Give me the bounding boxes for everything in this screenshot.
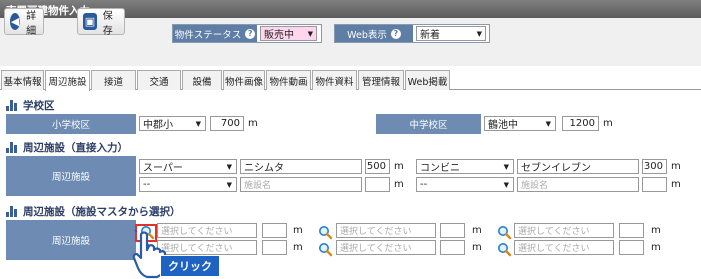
facility-type-select[interactable]: -- ▼ [139, 177, 237, 192]
chevron-down-icon: ▼ [226, 181, 232, 189]
facility-distance-input[interactable] [365, 177, 390, 192]
facilities-direct-label: 周辺施設 [51, 172, 90, 183]
facilities-direct-heading: 周辺施設（直接入力） [6, 140, 128, 155]
unit-label: m [603, 118, 613, 129]
web-label: Web表示 [347, 29, 387, 41]
facility-master-select[interactable]: 選択してください [514, 223, 614, 238]
unit-label: m [472, 242, 482, 253]
chevron-down-icon: ▼ [195, 120, 201, 128]
junior-distance-input[interactable]: 1200 [562, 116, 599, 131]
tab-property-videos[interactable]: 物件動画 [266, 70, 311, 90]
facility-master-select[interactable]: 選択してください [514, 240, 614, 255]
status-value: 販売中 [264, 30, 294, 41]
detail-label: 詳細 [26, 10, 37, 37]
unit-label: m [472, 225, 482, 236]
tab-web-listing[interactable]: Web掲載 [405, 70, 450, 90]
facility-distance-input[interactable] [440, 223, 465, 238]
facility-type-value: コンビニ [420, 163, 460, 174]
status-field: 物件ステータス ? 販売中 ▼ [172, 24, 322, 43]
facilities-direct-title: 周辺施設（直接入力） [23, 142, 128, 154]
chevron-down-icon: ▼ [307, 30, 313, 38]
facility-distance-input[interactable] [619, 240, 644, 255]
unit-label: m [671, 179, 681, 190]
unit-label: m [248, 118, 258, 129]
junior-select[interactable]: 鶴池中 ▼ [484, 116, 556, 131]
tab-bar: 基本情報 周辺施設 接道 交通 設備 物件画像 物件動画 物件資料 管理情報 W… [0, 70, 701, 91]
elementary-select[interactable]: 中郡小 ▼ [139, 116, 206, 131]
facility-distance-input[interactable] [262, 223, 287, 238]
tab-equipment[interactable]: 設備 [182, 70, 222, 90]
back-arrow-icon: ◀ [10, 13, 21, 30]
unit-label: m [293, 242, 303, 253]
unit-label: m [651, 242, 661, 253]
facility-type-select[interactable]: -- ▼ [416, 177, 514, 192]
help-icon[interactable]: ? [390, 28, 401, 39]
tab-basic-info[interactable]: 基本情報 [1, 70, 44, 90]
bar-chart-icon [6, 142, 18, 153]
tab-property-images[interactable]: 物件画像 [223, 70, 265, 90]
facility-distance-input[interactable] [440, 240, 465, 255]
tab-transport[interactable]: 交通 [137, 70, 181, 90]
facility-type-select[interactable]: コンビニ ▼ [416, 159, 514, 174]
facility-type-value: -- [143, 179, 151, 190]
web-display-select[interactable]: 新着 ▼ [416, 26, 486, 41]
junior-label: 中学校区 [409, 120, 448, 131]
facilities-master-label: 周辺施設 [51, 236, 90, 247]
elementary-label: 小学校区 [51, 120, 90, 131]
unit-label: m [394, 179, 404, 190]
unit-label: m [671, 161, 681, 172]
status-label-cell: 物件ステータス ? [173, 25, 257, 42]
facility-master-select[interactable]: 選択してください [336, 240, 436, 255]
save-label: 保存 [102, 10, 113, 37]
elementary-value: 中郡小 [143, 120, 173, 131]
tab-management-info[interactable]: 管理情報 [358, 70, 404, 90]
floppy-disk-icon: ▣ [83, 13, 97, 30]
facility-type-value: スーパー [143, 163, 183, 174]
facility-name-input[interactable]: ニシムタ [240, 159, 362, 174]
school-section-heading: 学校区 [6, 98, 55, 113]
bar-chart-icon [6, 100, 18, 111]
facility-distance-input[interactable]: 500 [365, 159, 390, 174]
chevron-down-icon: ▼ [476, 30, 482, 38]
chevron-down-icon: ▼ [503, 163, 509, 171]
facility-type-select[interactable]: スーパー ▼ [139, 159, 237, 174]
web-display-field: Web表示 ? 新着 ▼ [334, 24, 490, 43]
facilities-master-heading: 周辺施設（施設マスタから選択） [6, 204, 181, 219]
elementary-distance-input[interactable]: 700 [210, 116, 244, 131]
facility-master-select[interactable]: 選択してください [157, 223, 257, 238]
facility-master-select[interactable]: 選択してください [157, 240, 257, 255]
school-section-title: 学校区 [23, 100, 55, 112]
save-button[interactable]: ▣ 保存 [77, 8, 125, 37]
facility-name-input[interactable]: 施設名 [240, 177, 362, 192]
facility-distance-input[interactable] [262, 240, 287, 255]
chevron-down-icon: ▼ [226, 163, 232, 171]
tab-road-access[interactable]: 接道 [91, 70, 136, 90]
facility-name-input[interactable]: 施設名 [517, 177, 639, 192]
chevron-down-icon: ▼ [503, 181, 509, 189]
facility-distance-input[interactable] [642, 177, 667, 192]
detail-button[interactable]: ◀ 詳細 [4, 8, 44, 37]
chevron-down-icon: ▼ [545, 120, 551, 128]
help-icon[interactable]: ? [245, 28, 256, 39]
status-label: 物件ステータス [174, 29, 242, 41]
facility-master-select[interactable]: 選択してください [336, 223, 436, 238]
bar-chart-icon [6, 206, 18, 217]
web-label-cell: Web表示 ? [335, 25, 413, 42]
tab-surroundings[interactable]: 周辺施設 [45, 70, 90, 91]
tab-property-documents[interactable]: 物件資料 [312, 70, 357, 90]
status-select[interactable]: 販売中 ▼ [260, 26, 317, 41]
click-callout-label: クリック [160, 255, 220, 277]
unit-label: m [293, 225, 303, 236]
unit-label: m [651, 225, 661, 236]
facility-type-value: -- [420, 179, 428, 190]
web-display-value: 新着 [420, 30, 440, 41]
facilities-master-title: 周辺施設（施設マスタから選択） [23, 206, 181, 218]
junior-value: 鶴池中 [488, 120, 518, 131]
facility-distance-input[interactable]: 300 [642, 159, 667, 174]
facility-name-input[interactable]: セブンイレブン [517, 159, 639, 174]
unit-label: m [394, 161, 404, 172]
facility-distance-input[interactable] [619, 223, 644, 238]
